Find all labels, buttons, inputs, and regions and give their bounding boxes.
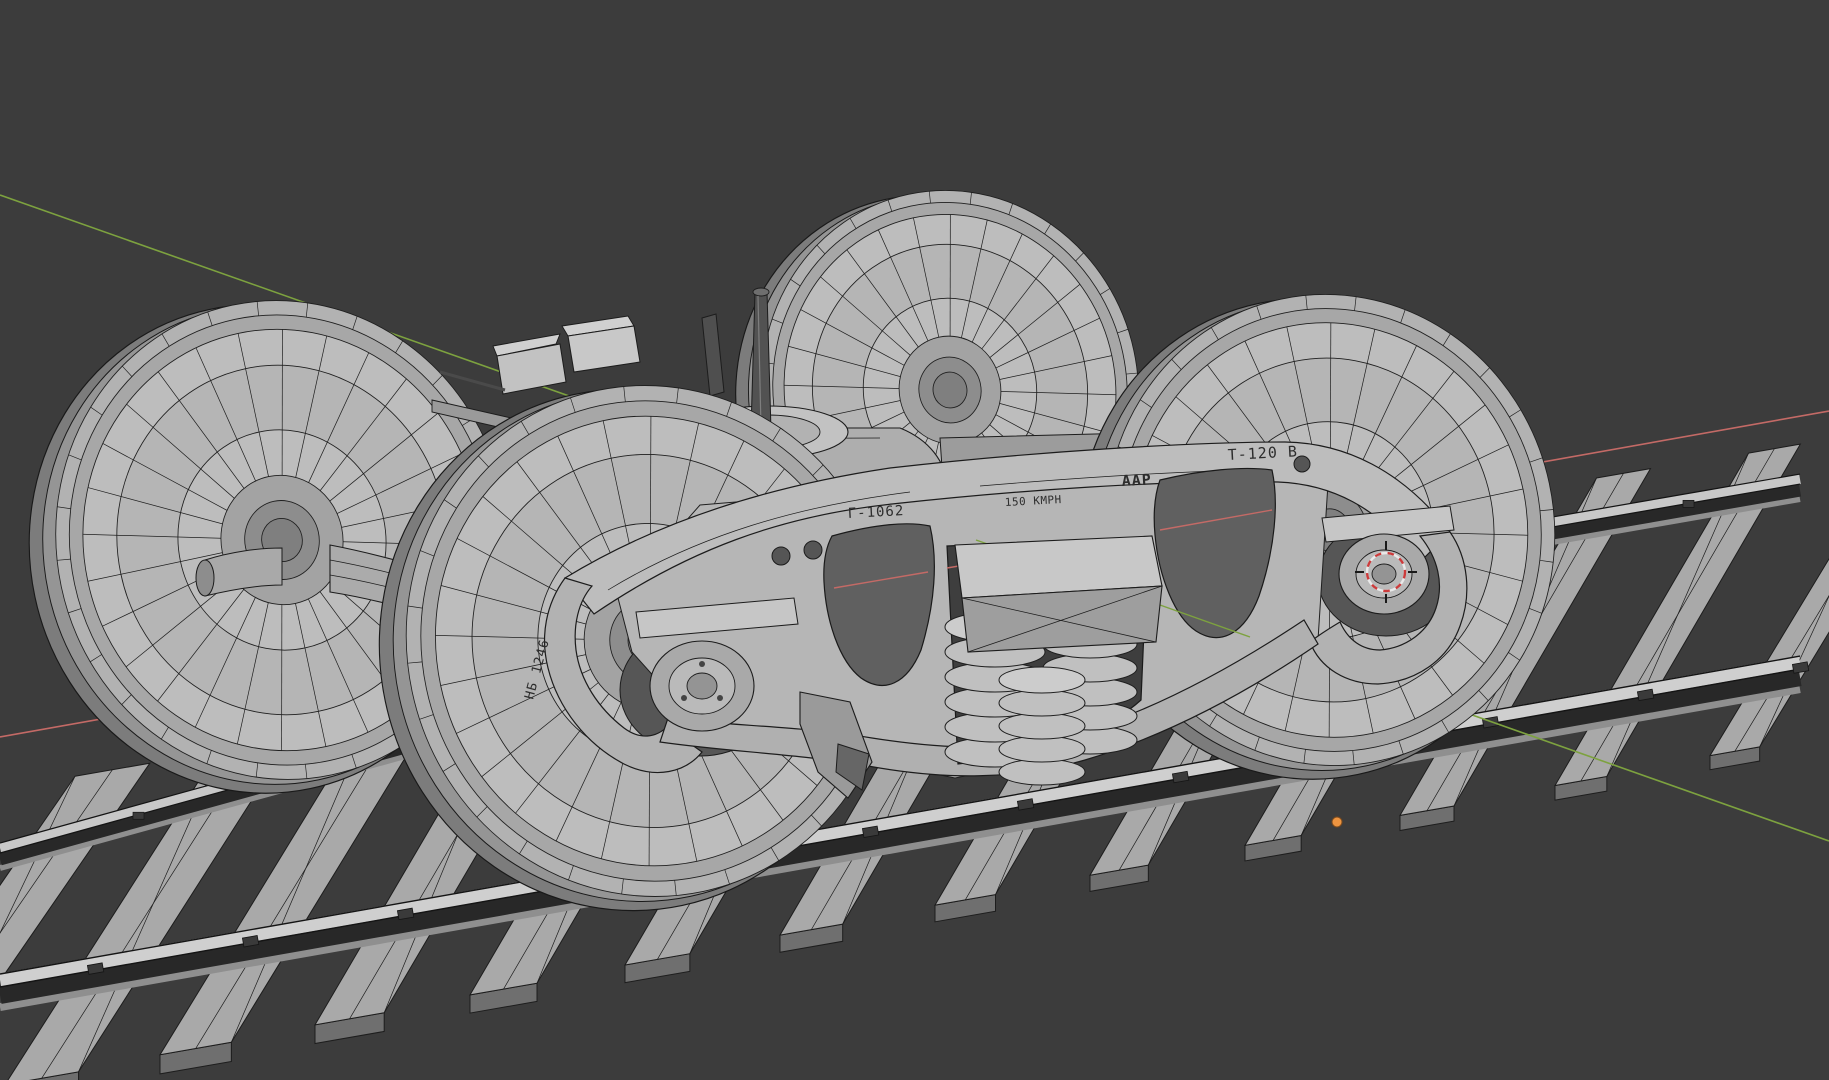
- frame-marking-model: Г-1062: [847, 503, 904, 522]
- bolster-end-box[interactable]: [955, 536, 1162, 652]
- bearing-cap-left-bolt1: [699, 661, 705, 667]
- bearing-cap-right-inner: [1372, 564, 1396, 584]
- object-origin-dot: [1332, 817, 1342, 827]
- axle-journal-end: [196, 560, 214, 596]
- rail-clip: [1683, 500, 1694, 507]
- frame-marking-standard: ААР: [1121, 470, 1152, 490]
- bearing-cap-left-bolt3: [717, 695, 723, 701]
- frame-marking-type: Т-120 В: [1227, 442, 1298, 464]
- bearing-cap-left-inner: [687, 673, 717, 699]
- viewport-container[interactable]: Г-1062 150 KMPH ААР Т-120 В НБ 1246: [0, 0, 1829, 1080]
- rail-clip: [133, 812, 144, 819]
- 3d-viewport[interactable]: Г-1062 150 KMPH ААР Т-120 В НБ 1246: [0, 0, 1829, 1080]
- coil-spring[interactable]: [999, 667, 1085, 785]
- bearing-cap-left-bolt2: [681, 695, 687, 701]
- frame-hole-b: [804, 541, 822, 559]
- kingpin-top: [753, 288, 769, 296]
- frame-hole-a: [772, 547, 790, 565]
